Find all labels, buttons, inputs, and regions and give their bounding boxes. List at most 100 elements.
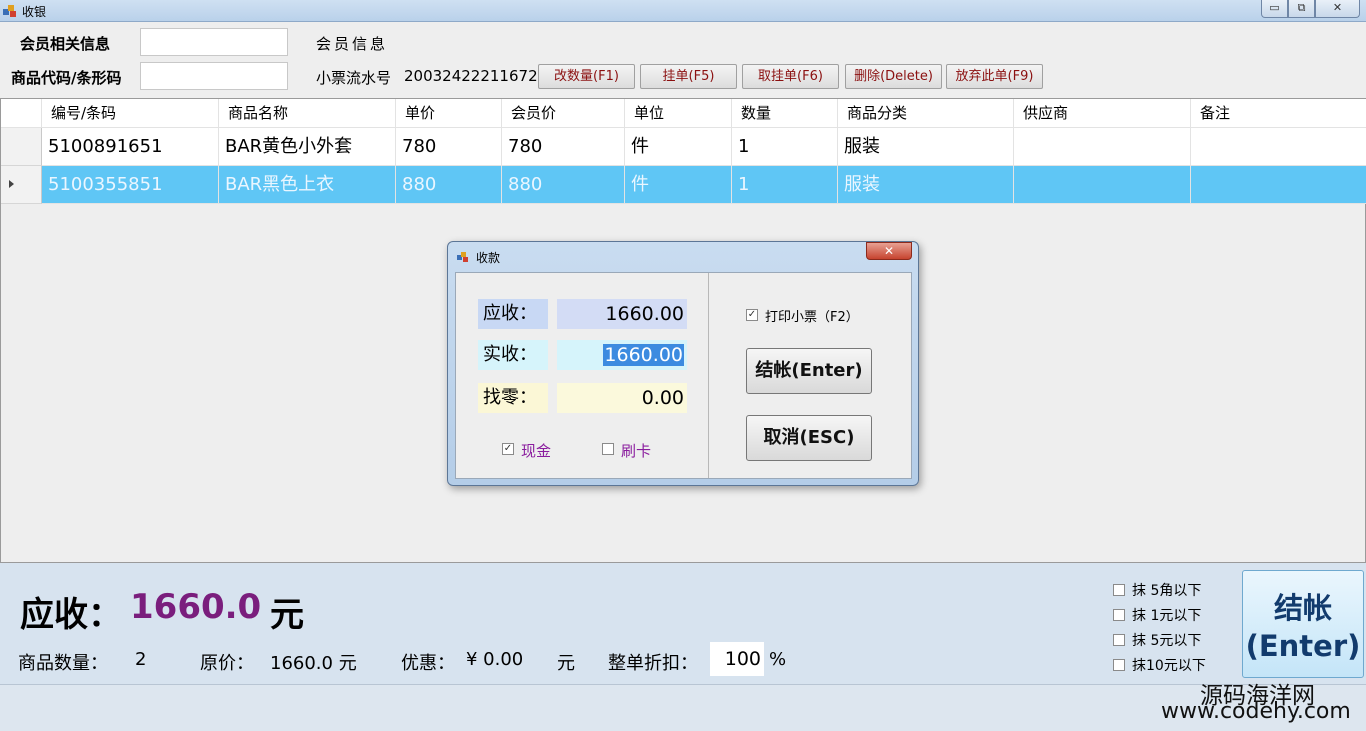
payment-dialog: 收款 ✕ 应收： 1660.00 实收： 1660.00 找零： 0.00 ✓ … xyxy=(447,241,919,486)
cell-quantity[interactable]: 1 xyxy=(732,128,838,166)
overall-discount-label: 整单折扣： xyxy=(608,653,698,674)
round-5yuan-option[interactable]: 抹 5元以下 xyxy=(1113,630,1201,650)
cell-code[interactable]: 5100355851 xyxy=(42,166,219,204)
dialog-divider xyxy=(708,273,709,478)
overall-discount-input[interactable]: 100 xyxy=(710,642,764,676)
hold-order-button[interactable]: 挂单(F5) xyxy=(640,64,737,89)
round-1yuan-label: 抹 1元以下 xyxy=(1132,608,1202,624)
item-count-label: 商品数量： xyxy=(18,653,108,674)
window-title: 收银 xyxy=(22,5,47,19)
column-header-price[interactable]: 单价 xyxy=(396,99,502,128)
cell-quantity[interactable]: 1 xyxy=(732,166,838,204)
row-header-selected[interactable] xyxy=(1,166,42,204)
cell-supplier[interactable] xyxy=(1014,128,1191,166)
checkout-button[interactable]: 结帐 (Enter) xyxy=(1242,570,1364,678)
table-row-selected[interactable]: 5100355851 BAR黑色上衣 880 880 件 1 服装 xyxy=(1,166,1366,204)
paid-input[interactable]: 1660.00 xyxy=(557,340,687,370)
member-input[interactable] xyxy=(140,28,288,56)
percent-sign: % xyxy=(769,649,787,670)
paid-label: 实收： xyxy=(478,340,548,370)
cell-remarks[interactable] xyxy=(1191,166,1366,204)
column-header-quantity[interactable]: 数量 xyxy=(732,99,838,128)
round-5yuan-label: 抹 5元以下 xyxy=(1132,633,1202,649)
cash-checkbox[interactable]: ✓ xyxy=(502,443,514,455)
column-header-code[interactable]: 编号/条码 xyxy=(42,99,219,128)
row-header[interactable] xyxy=(1,128,42,166)
round-1yuan-checkbox[interactable] xyxy=(1113,609,1125,621)
cell-name[interactable]: BAR黄色小外套 xyxy=(219,128,396,166)
card-checkbox[interactable] xyxy=(602,443,614,455)
dialog-checkout-button[interactable]: 结帐(Enter) xyxy=(746,348,872,394)
round-5yuan-checkbox[interactable] xyxy=(1113,634,1125,646)
cell-supplier[interactable] xyxy=(1014,166,1191,204)
cell-category[interactable]: 服装 xyxy=(838,166,1014,204)
cash-label[interactable]: 现金 xyxy=(521,440,551,461)
discount-unit: 元 xyxy=(557,653,575,674)
cell-price[interactable]: 880 xyxy=(396,166,502,204)
round-10yuan-label: 抹10元以下 xyxy=(1132,658,1206,674)
discount-value: ¥ 0.00 xyxy=(466,649,524,670)
minimize-button[interactable]: ▭ xyxy=(1261,0,1288,18)
app-icon xyxy=(3,5,16,17)
column-header-supplier[interactable]: 供应商 xyxy=(1014,99,1191,128)
checkout-button-line1: 结帐 xyxy=(1273,591,1332,625)
cell-member-price[interactable]: 880 xyxy=(502,166,625,204)
print-receipt-checkbox[interactable]: ✓ xyxy=(746,309,758,321)
cell-unit[interactable]: 件 xyxy=(625,128,732,166)
item-count-value: 2 xyxy=(135,649,147,670)
round-10yuan-checkbox[interactable] xyxy=(1113,659,1125,671)
summary-unit: 元 xyxy=(270,595,304,635)
change-label: 找零： xyxy=(478,383,548,413)
column-header-member-price[interactable]: 会员价 xyxy=(502,99,625,128)
search-form: 会员相关信息 会员信息 商品代码/条形码 小票流水号 2003242221167… xyxy=(0,22,1366,98)
table-row[interactable]: 5100891651 BAR黄色小外套 780 780 件 1 服装 xyxy=(1,128,1366,166)
column-header-remarks[interactable]: 备注 xyxy=(1191,99,1366,128)
original-price-label: 原价： xyxy=(200,653,254,674)
dialog-cancel-button[interactable]: 取消(ESC) xyxy=(746,415,872,461)
receivable-field: 1660.00 xyxy=(557,299,687,329)
cell-member-price[interactable]: 780 xyxy=(502,128,625,166)
round-5jiao-checkbox[interactable] xyxy=(1113,584,1125,596)
checkout-button-line2: (Enter) xyxy=(1245,629,1361,663)
print-receipt-label[interactable]: 打印小票（F2） xyxy=(765,306,859,325)
dialog-title: 收款 xyxy=(476,251,501,265)
delete-button[interactable]: 删除(Delete) xyxy=(845,64,942,89)
round-1yuan-option[interactable]: 抹 1元以下 xyxy=(1113,605,1201,625)
cell-code[interactable]: 5100891651 xyxy=(42,128,219,166)
discard-order-button[interactable]: 放弃此单(F9) xyxy=(946,64,1043,89)
window-title-bar: 收银 ▭ ⧉ ✕ xyxy=(0,0,1366,22)
dialog-app-icon xyxy=(457,252,468,262)
change-quantity-button[interactable]: 改数量(F1) xyxy=(538,64,635,89)
watermark-url: www.codehy.com xyxy=(1161,699,1351,724)
discount-label: 优惠： xyxy=(401,653,455,674)
member-label: 会员相关信息 xyxy=(20,35,111,53)
ticket-label: 小票流水号 xyxy=(316,69,392,87)
original-price-value: 1660.0 元 xyxy=(270,653,357,674)
paid-input-value: 1660.00 xyxy=(603,344,684,366)
change-field: 0.00 xyxy=(557,383,687,413)
cell-remarks[interactable] xyxy=(1191,128,1366,166)
product-code-label: 商品代码/条形码 xyxy=(11,69,122,87)
member-info-label: 会员信息 xyxy=(316,35,389,53)
receivable-label: 应收： xyxy=(478,299,548,329)
dialog-close-button[interactable]: ✕ xyxy=(866,242,912,260)
cell-unit[interactable]: 件 xyxy=(625,166,732,204)
card-label[interactable]: 刷卡 xyxy=(621,440,651,461)
maximize-button[interactable]: ⧉ xyxy=(1288,0,1315,18)
column-header-unit[interactable]: 单位 xyxy=(625,99,732,128)
close-button[interactable]: ✕ xyxy=(1315,0,1360,18)
cell-price[interactable]: 780 xyxy=(396,128,502,166)
cell-category[interactable]: 服装 xyxy=(838,128,1014,166)
column-header-category[interactable]: 商品分类 xyxy=(838,99,1014,128)
dialog-body: 应收： 1660.00 实收： 1660.00 找零： 0.00 ✓ 现金 刷卡… xyxy=(455,272,912,479)
round-5jiao-label: 抹 5角以下 xyxy=(1132,583,1202,599)
product-code-input[interactable] xyxy=(140,62,288,90)
summary-receivable-label: 应收： xyxy=(20,595,122,635)
retrieve-order-button[interactable]: 取挂单(F6) xyxy=(742,64,839,89)
row-header-corner xyxy=(1,99,42,128)
cell-name[interactable]: BAR黑色上衣 xyxy=(219,166,396,204)
round-10yuan-option[interactable]: 抹10元以下 xyxy=(1113,655,1206,675)
round-5jiao-option[interactable]: 抹 5角以下 xyxy=(1113,580,1201,600)
ticket-number: 20032422211672 xyxy=(404,67,538,85)
column-header-name[interactable]: 商品名称 xyxy=(219,99,396,128)
